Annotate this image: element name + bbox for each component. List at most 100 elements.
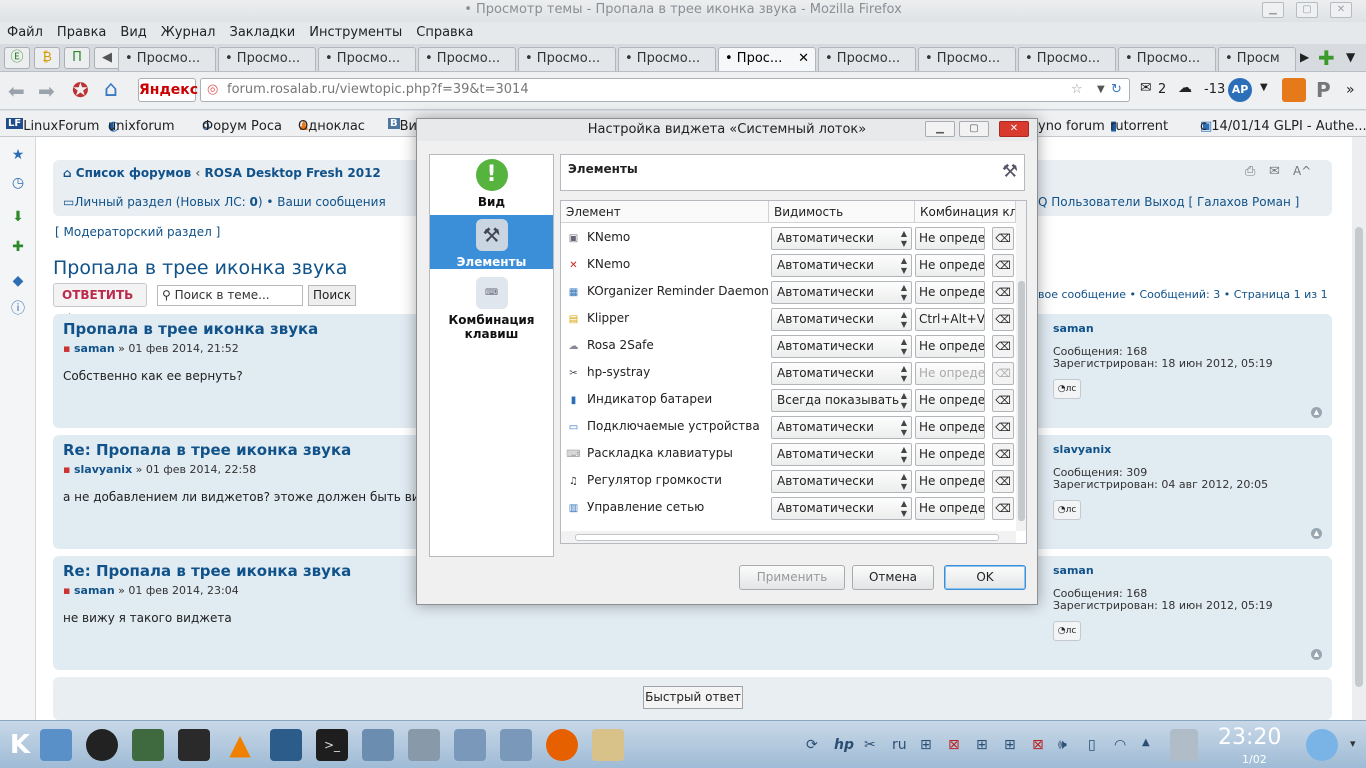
app-tab-icon[interactable]: Ⓔ	[4, 47, 30, 69]
addon-orange-icon[interactable]	[1282, 78, 1306, 102]
my-messages-link[interactable]: Ваши сообщения	[277, 195, 385, 209]
tab[interactable]: • Просмо...	[318, 47, 416, 71]
menu-edit[interactable]: Правка	[50, 22, 113, 43]
tab-list-icon[interactable]: ▼	[1346, 50, 1355, 64]
visibility-select[interactable]: Автоматически ▲ ▼	[771, 335, 912, 358]
knemo-icon[interactable]: ⊞	[1004, 737, 1016, 753]
terminal-icon[interactable]: >_	[316, 729, 348, 761]
trash-icon[interactable]	[1170, 729, 1198, 761]
clear-shortcut-icon[interactable]: ⌫	[992, 497, 1014, 520]
history-sidebar-icon[interactable]: ◷	[10, 175, 26, 191]
clock-time[interactable]: 23:20	[1218, 725, 1281, 750]
downloads-sidebar-icon[interactable]: ⬇	[10, 209, 26, 225]
tab[interactable]: • Просмо...	[418, 47, 516, 71]
knemo-icon[interactable]: ⊠	[1032, 737, 1044, 753]
mail-icon[interactable]: ✉	[1140, 80, 1152, 96]
element-row[interactable]: ▥ Управление сетью Автоматически ▲ ▼ Не опред…	[561, 495, 1016, 522]
clear-shortcut-icon[interactable]: ⌫	[992, 335, 1014, 358]
dialog-close-button[interactable]: ✕	[999, 121, 1029, 137]
knemo-icon[interactable]: ⊞	[920, 737, 932, 753]
firefox-menu-icon[interactable]: »	[1346, 82, 1355, 98]
url-input[interactable]: ◎ forum.rosalab.ru/viewtopic.php?f=39&t=…	[200, 78, 1130, 102]
keyboard-layout[interactable]: ru	[892, 737, 907, 753]
cancel-button[interactable]: Отмена	[852, 565, 934, 590]
tab-scroll-right-icon[interactable]: ▶	[1300, 50, 1309, 64]
firefox-sync-icon[interactable]: ✪	[72, 78, 89, 102]
tab[interactable]: • Просмо...	[1118, 47, 1216, 71]
menu-tools[interactable]: Инструменты	[302, 22, 409, 43]
tray-expand-icon[interactable]: ▲	[1142, 737, 1150, 748]
tab[interactable]: • Просмо...	[618, 47, 716, 71]
clear-shortcut-icon[interactable]: ⌫	[992, 308, 1014, 331]
element-row[interactable]: ▭ Подключаемые устройства Автоматически ▲ ▼ Н…	[561, 414, 1016, 441]
tab[interactable]: • Просмо...	[518, 47, 616, 71]
folder-icon[interactable]	[454, 729, 486, 761]
back-to-top-icon[interactable]: ▲	[1311, 407, 1322, 418]
visibility-select[interactable]: Всегда показывать ▲ ▼	[771, 389, 912, 412]
reply-button[interactable]: ОТВЕТИТЬ ↙	[53, 283, 147, 324]
poster-name[interactable]: slavyanix	[1053, 443, 1111, 456]
tab[interactable]: • Просмо...	[1018, 47, 1116, 71]
update-icon[interactable]: ⟳	[806, 737, 818, 753]
element-row[interactable]: ♫ Регулятор громкости Автоматически ▲ ▼ Не оп…	[561, 468, 1016, 495]
menu-help[interactable]: Справка	[409, 22, 480, 43]
firefox-icon[interactable]	[546, 729, 578, 761]
logout-link[interactable]: Выход	[1144, 195, 1184, 209]
maximize-button[interactable]: ▢	[1296, 2, 1318, 18]
new-tab-icon[interactable]: ✚	[1318, 46, 1335, 70]
font-size-icon[interactable]: A^	[1293, 164, 1311, 178]
users-link[interactable]: Пользователи	[1051, 195, 1140, 209]
search-engine-button[interactable]: Яндекс	[138, 78, 198, 102]
url-dropdown-icon[interactable]: ▼	[1097, 79, 1105, 101]
column-header-shortcut[interactable]: Комбинация кл	[915, 201, 1016, 223]
pm-user-button[interactable]: ◔лс	[1053, 379, 1081, 399]
shortcut-button[interactable]: Не опреде.	[915, 227, 985, 250]
dialog-minimize-button[interactable]: ▁	[925, 121, 955, 137]
element-row[interactable]: ▣ KNemo Автоматически ▲ ▼ Не опреде. ⌫	[561, 225, 1016, 252]
column-header-element[interactable]: Элемент	[561, 201, 769, 223]
close-window-button[interactable]: ✕	[1330, 2, 1352, 18]
visibility-select[interactable]: Автоматически ▲ ▼	[771, 362, 912, 385]
weather-icon[interactable]: ☁	[1178, 80, 1192, 96]
file-manager-icon[interactable]	[40, 729, 72, 761]
system-monitor-icon[interactable]	[178, 729, 210, 761]
clear-shortcut-icon[interactable]: ⌫	[992, 227, 1014, 250]
username-link[interactable]: Галахов Роман	[1197, 195, 1291, 209]
puzzle-sidebar-icon[interactable]: ◆	[10, 273, 26, 289]
shortcut-button[interactable]: Не опреде.	[915, 362, 985, 385]
visibility-select[interactable]: Автоматически ▲ ▼	[771, 416, 912, 439]
topic-search-button[interactable]: Поиск	[308, 285, 356, 306]
moderator-link[interactable]: [ Модераторский раздел ]	[55, 225, 220, 239]
element-row[interactable]: ▮ Индикатор батареи Всегда показывать ▲ ▼ Не …	[561, 387, 1016, 414]
apply-button[interactable]: Применить	[739, 565, 845, 590]
shortcut-button[interactable]: Не опреде.	[915, 443, 985, 466]
clear-shortcut-icon[interactable]: ⌫	[992, 362, 1014, 385]
print-icon[interactable]: ⎙	[1245, 164, 1255, 179]
table-vscrollbar[interactable]	[1016, 201, 1026, 531]
wifi-icon[interactable]: ◠	[1114, 737, 1126, 753]
app-tab-green-icon[interactable]: П	[64, 47, 90, 69]
shortcut-button[interactable]: Не опреде.	[915, 254, 985, 277]
scrollbar-thumb[interactable]	[1355, 227, 1363, 687]
tab[interactable]: • Просмо...	[118, 47, 216, 71]
element-row[interactable]: ⌨ Раскладка клавиатуры Автоматически ▲ ▼ Не о…	[561, 441, 1016, 468]
element-row[interactable]: ✂ hp-systray Автоматически ▲ ▼ Не опреде. ⌫	[561, 360, 1016, 387]
shortcut-button[interactable]: Не опреде.	[915, 416, 985, 439]
pm-user-button[interactable]: ◔лс	[1053, 621, 1081, 641]
bookmark-vk[interactable]: В Ви	[388, 115, 417, 134]
nav-view[interactable]: ! Вид	[430, 159, 553, 213]
activity-monitor-icon[interactable]	[270, 729, 302, 761]
poster-name[interactable]: saman	[1053, 564, 1094, 577]
back-to-top-icon[interactable]: ▲	[1311, 649, 1322, 660]
poster-name[interactable]: saman	[1053, 322, 1094, 335]
pm-link[interactable]: ▭Личный раздел (Новых ЛС: 0) • Ваши сооб…	[63, 195, 386, 209]
visibility-select[interactable]: Автоматически ▲ ▼	[771, 443, 912, 466]
knemo-icon[interactable]: ⊠	[948, 737, 960, 753]
visibility-select[interactable]: Автоматически ▲ ▼	[771, 281, 912, 304]
bookmark-star-icon[interactable]: ☆	[1071, 79, 1083, 101]
minimize-button[interactable]: ▁	[1262, 2, 1284, 18]
app-tab-bitcoin-icon[interactable]: ₿	[34, 47, 60, 69]
reload-icon[interactable]: ↻	[1111, 79, 1122, 101]
tab-active[interactable]: • Прос... ✕	[718, 47, 816, 71]
bookmarks-sidebar-icon[interactable]: ★	[10, 147, 26, 163]
